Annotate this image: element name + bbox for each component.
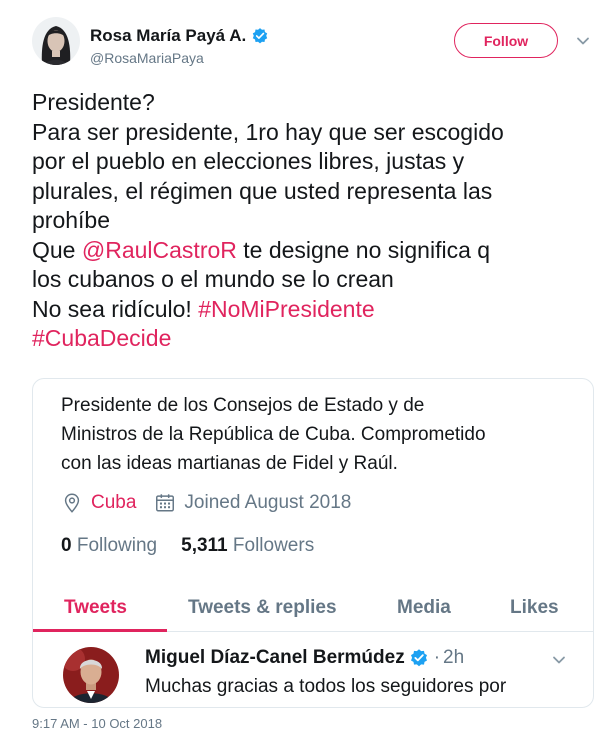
tweet-text-line: prohíbe (32, 206, 592, 236)
tweet-text-line: Presidente? (32, 88, 592, 118)
active-tab-indicator (33, 629, 167, 632)
embedded-tweet-time[interactable]: 2h (443, 647, 464, 669)
tweet-text-line: por el pueblo en elecciones libres, just… (32, 147, 592, 177)
following-count-link[interactable]: 0 Following (61, 535, 157, 557)
embedded-tweet[interactable]: Miguel Díaz-Canel Bermúdez · 2h Muchas g… (33, 633, 593, 707)
tweet-text-segment: Que (32, 236, 82, 263)
tweet-text-segment: los cubanos o el mundo se lo crean (32, 266, 394, 292)
profile-location[interactable]: Cuba (91, 492, 136, 514)
tweet-text-line: Para ser presidente, 1ro hay que ser esc… (32, 118, 592, 148)
profile-counts: 0 Following 5,311 Followers (61, 535, 338, 557)
tab-tweets-and-replies[interactable]: Tweets & replies (188, 584, 337, 632)
author-display-name[interactable]: Rosa María Payá A. (90, 26, 246, 46)
tweet-text-segment: Para ser presidente, 1ro hay que ser esc… (32, 118, 504, 145)
followers-count: 5,311 (181, 535, 228, 556)
tweet-timestamp[interactable]: 9:17 AM - 10 Oct 2018 (32, 716, 162, 731)
profile-meta: Cuba Joined August 2018 (61, 492, 351, 514)
following-count: 0 (61, 535, 72, 556)
separator-dot: · (433, 647, 441, 668)
tweet-text-segment: por el pueblo en elecciones libres, just… (32, 148, 465, 174)
tweet-text-segment: plurales, el régimen que usted represent… (32, 177, 493, 204)
following-label: Following (76, 535, 158, 556)
bio-line: Presidente de los Consejos de Estado y d… (61, 395, 425, 416)
embedded-tweet-avatar[interactable] (63, 647, 119, 703)
hashtag-link[interactable]: #CubaDecide (32, 325, 171, 351)
embedded-tweet-header: Miguel Díaz-Canel Bermúdez · 2h (145, 647, 464, 669)
profile-joined-date: Joined August 2018 (184, 492, 352, 513)
hashtag-link[interactable]: #NoMiPresidente (198, 296, 374, 322)
bio-line: Ministros de la República de Cuba. Compr… (61, 424, 486, 445)
tab-likes[interactable]: Likes (510, 584, 559, 632)
tweet-text-line: Que @RaulCastroR te designe no significa… (32, 236, 592, 266)
tweet-text-segment: te designe no significa q (236, 236, 491, 263)
embedded-tweet-text: Muchas gracias a todos los seguidores po… (145, 676, 507, 697)
chevron-down-icon[interactable] (576, 36, 590, 46)
author-avatar[interactable] (32, 17, 80, 65)
mention-link[interactable]: @RaulCastroR (82, 237, 237, 263)
calendar-icon (156, 494, 175, 512)
tweet-text-segment: Presidente? (32, 89, 155, 115)
profile-tabs: Tweets Tweets & replies Media Likes (33, 584, 593, 632)
profile-bio: Presidente de los Consejos de Estado y d… (61, 391, 571, 478)
profile-card[interactable]: Presidente de los Consejos de Estado y d… (32, 378, 594, 708)
tab-tweets[interactable]: Tweets (64, 584, 127, 632)
tweet-text-line: No sea ridículo! #NoMiPresidente (32, 295, 592, 325)
tweet-text-line: los cubanos o el mundo se lo crean (32, 265, 592, 295)
followers-count-link[interactable]: 5,311 Followers (181, 535, 314, 557)
verified-badge-icon (253, 28, 268, 44)
tweet-text-segment: prohíbe (32, 207, 111, 233)
follow-button[interactable]: Follow (454, 23, 558, 58)
tweet-text-line: #CubaDecide (32, 324, 592, 354)
author-name-row: Rosa María Payá A. (90, 26, 269, 46)
tweet-text-segment: No sea ridículo! (32, 295, 199, 322)
tab-media[interactable]: Media (397, 584, 451, 632)
embedded-tweet-author-name[interactable]: Miguel Díaz-Canel Bermúdez (145, 647, 405, 669)
location-pin-icon (64, 493, 80, 513)
tweet-text-line: plurales, el régimen que usted represent… (32, 177, 592, 207)
followers-label: Followers (232, 535, 315, 556)
tweet-text: Presidente? Para ser presidente, 1ro hay … (32, 88, 592, 354)
verified-badge-icon (410, 649, 427, 667)
author-handle[interactable]: @RosaMariaPaya (90, 50, 204, 66)
tweet-header: Rosa María Payá A. @RosaMariaPaya Follow (32, 14, 604, 74)
chevron-down-icon[interactable] (552, 655, 566, 665)
bio-line: con las ideas martianas de Fidel y Raúl. (61, 453, 398, 474)
